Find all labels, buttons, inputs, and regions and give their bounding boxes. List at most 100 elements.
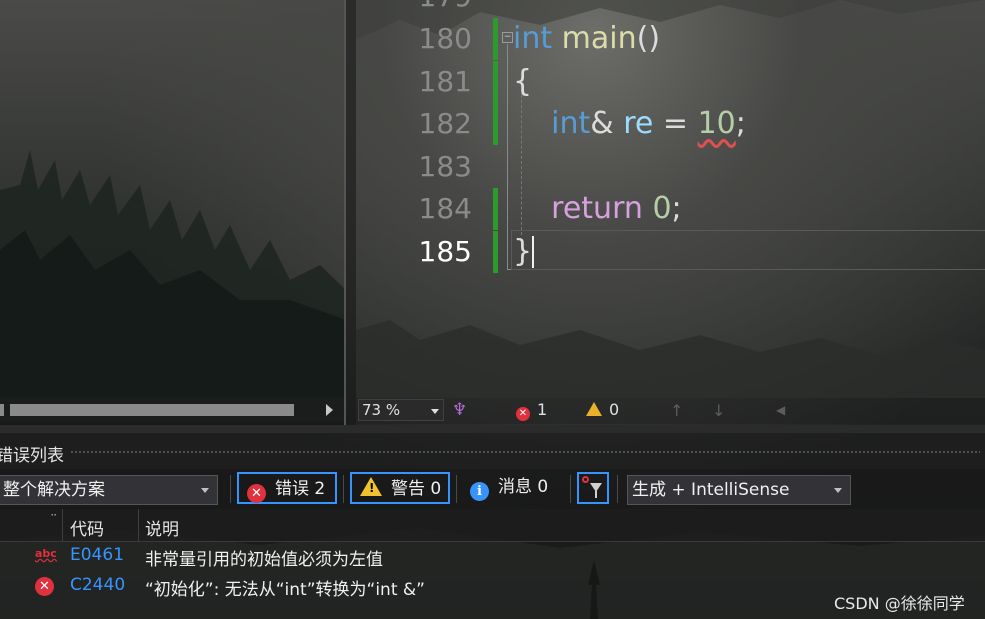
filter-icon-stem (595, 491, 597, 498)
line-number: 185 (418, 234, 472, 268)
toolbar-separator (456, 475, 457, 503)
warnings-filter-label: 警告 0 (391, 479, 442, 499)
change-indicator (493, 18, 498, 60)
scroll-left-arrow[interactable] (0, 404, 4, 416)
error-code-link[interactable]: E0461 (70, 545, 124, 565)
panel-title: 错误列表 (0, 446, 64, 466)
warning-count-indicator[interactable]: 0 (586, 400, 619, 420)
error-icon: ✕ (516, 407, 530, 421)
error-code-link[interactable]: C2440 (70, 575, 125, 595)
line-number: 181 (418, 64, 472, 98)
toolbar-separator (343, 475, 344, 503)
code-token: re (623, 106, 654, 141)
chevron-down-icon (834, 488, 842, 493)
error-icon: ✕ (247, 484, 266, 503)
toolbar-separator (230, 475, 231, 503)
chevron-down-icon (201, 488, 209, 493)
pane-splitter[interactable] (346, 0, 356, 425)
scroll-right-arrow-icon[interactable] (326, 404, 333, 416)
error-description: 非常量引用的初始值必须为左值 (145, 550, 383, 570)
error-description: “初始化”: 无法从“int”转换为“int &” (145, 580, 425, 600)
warning-icon: ! (360, 477, 382, 496)
line-number: 182 (418, 107, 472, 140)
error-icon: ✕ (35, 577, 54, 596)
change-indicator (493, 230, 498, 273)
zoom-value: 73 % (362, 401, 401, 419)
messages-filter-button[interactable]: i 消息 0 (462, 472, 562, 504)
intellicode-icon[interactable]: ♆ (452, 400, 467, 420)
editor-status-bar: 73 % ♆ ✕ 1 0 ↑ ↓ ◀ (356, 398, 985, 424)
outline-bracket (507, 44, 508, 270)
column-header-row: ⠒ 代码 说明 (0, 509, 985, 542)
code-token: 10 (697, 106, 736, 141)
chevron-down-icon (431, 409, 439, 414)
code-token: ; (735, 106, 746, 141)
panel-title-bar[interactable]: 错误列表 (0, 433, 985, 469)
errors-filter-button[interactable]: ✕ 错误 2 (237, 472, 337, 504)
line-number: 183 (418, 149, 472, 183)
build-source-dropdown[interactable]: 生成 + IntelliSense (627, 475, 851, 505)
scope-value: 整个解决方案 (3, 480, 105, 500)
code-line[interactable]: 180 int main() (356, 18, 985, 60)
error-count: 1 (537, 400, 548, 419)
code-line[interactable]: 182 int& re = 10; (356, 103, 985, 145)
column-divider[interactable] (138, 509, 139, 541)
zoom-dropdown[interactable]: 73 % (358, 399, 444, 421)
scope-dropdown[interactable]: 整个解决方案 (0, 475, 218, 505)
change-indicator (493, 188, 498, 230)
line-number: 179 (412, 0, 472, 18)
change-indicator (493, 103, 498, 145)
code-line[interactable]: 181 { (356, 60, 985, 103)
code-token: return (551, 191, 643, 226)
code-line[interactable]: 183 (356, 146, 985, 188)
abc-squiggle-icon: abc (35, 547, 57, 560)
code-token: ; (671, 191, 682, 226)
code-token: = (653, 106, 698, 141)
code-line[interactable]: 184 return 0; (356, 188, 985, 230)
warnings-filter-button[interactable]: ! 警告 0 (350, 472, 450, 504)
text-caret (532, 236, 534, 268)
horizontal-scrollbar[interactable] (0, 398, 344, 422)
code-token: { (513, 63, 533, 99)
collapse-toggle-icon[interactable]: − (502, 32, 513, 43)
code-token: int (551, 106, 591, 141)
info-icon: i (470, 482, 489, 501)
column-header-description[interactable]: 说明 (145, 515, 179, 540)
error-count-indicator[interactable]: ✕ 1 (516, 400, 547, 421)
scrollbar-thumb[interactable] (10, 404, 294, 416)
column-divider[interactable] (62, 509, 63, 541)
code-token: main (561, 21, 637, 56)
left-editor-pane (0, 0, 346, 425)
code-text: return 0; (513, 188, 682, 230)
watermark: CSDN @徐徐同学 (834, 594, 965, 613)
errors-filter-label: 错误 2 (275, 479, 326, 499)
previous-issue-arrow-icon[interactable]: ↑ (670, 401, 683, 420)
warning-icon (586, 402, 602, 416)
code-line-partial: 179 (356, 0, 985, 18)
code-text: int& re = 10; (513, 103, 746, 145)
code-text: { (513, 61, 532, 103)
warning-count: 0 (609, 400, 620, 419)
column-header-code[interactable]: 代码 (70, 515, 104, 540)
code-token: () (636, 21, 661, 56)
build-source-value: 生成 + IntelliSense (632, 480, 790, 500)
current-line-highlight (511, 230, 985, 270)
table-row[interactable]: abc E0461 非常量引用的初始值必须为左值 (0, 541, 985, 571)
next-issue-arrow-icon[interactable]: ↓ (712, 401, 725, 420)
code-token: & (590, 106, 624, 141)
panel-separator (0, 425, 985, 433)
toolbar-separator (570, 475, 571, 503)
messages-filter-label: 消息 0 (498, 477, 549, 497)
code-text: int main() (513, 18, 660, 60)
code-token: int (513, 21, 553, 56)
error-list-toolbar: 整个解决方案 ✕ 错误 2 ! 警告 0 i 消息 0 生成 + IntelliSen… (0, 469, 985, 509)
code-editor[interactable]: 179 180int main()181{182 int& re = 10;18… (356, 0, 985, 398)
filter-button[interactable] (577, 472, 609, 504)
scroll-left-icon[interactable]: ◀ (776, 403, 785, 417)
column-chooser-icon[interactable]: ⠒ (50, 511, 58, 522)
line-number: 184 (418, 192, 472, 225)
